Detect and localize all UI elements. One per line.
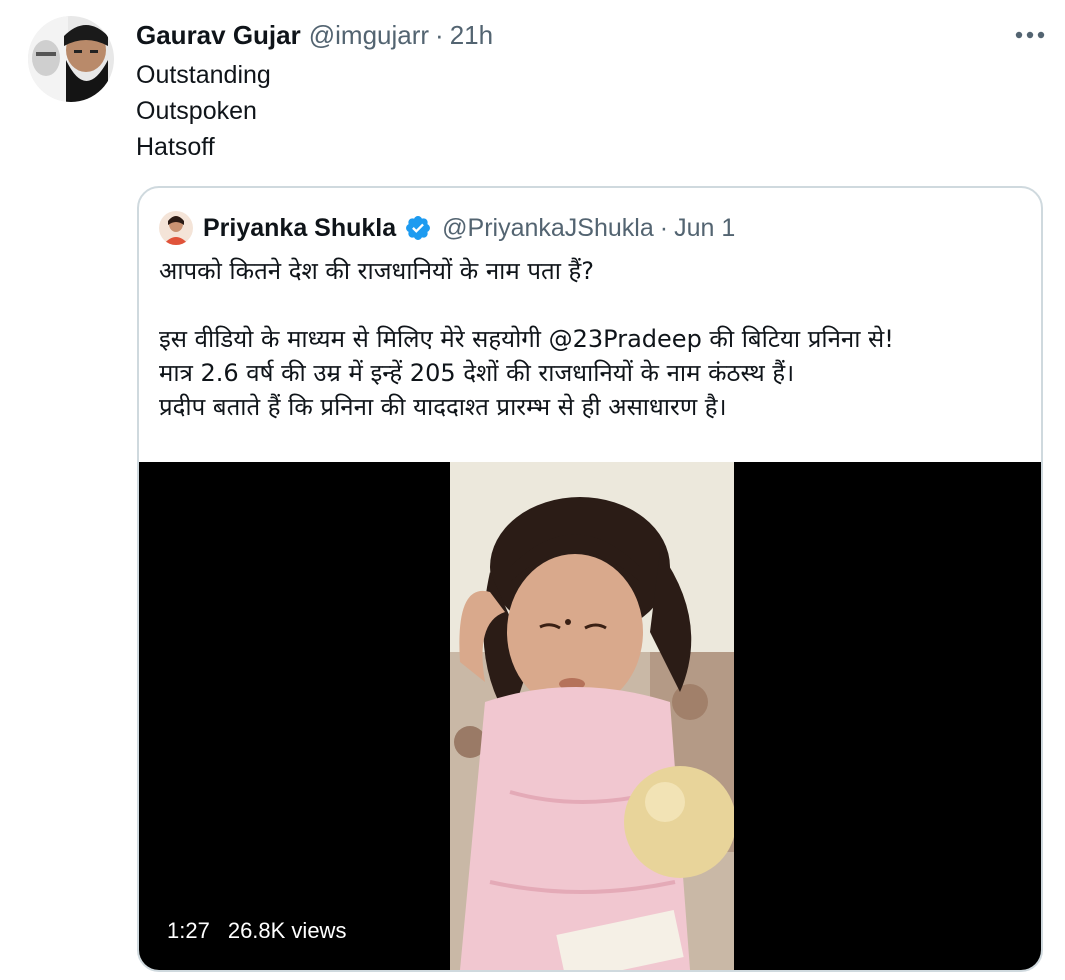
quoted-author-handle[interactable]: @PriyankaJShukla <box>442 214 654 243</box>
video-player[interactable]: 1:27 26.8K views <box>139 462 1041 970</box>
quoted-tweet-card[interactable]: Priyanka Shukla @PriyankaJShukla · Jun 1… <box>137 186 1043 972</box>
more-horizontal-icon <box>1015 31 1045 39</box>
tweet-header: Gaurav Gujar @imgujarr · 21h <box>136 18 493 52</box>
tweet-text-line: Outspoken <box>136 97 257 125</box>
quoted-author-name[interactable]: Priyanka Shukla <box>203 214 396 243</box>
quoted-author-avatar-image <box>159 211 193 245</box>
quoted-text-line: मात्र 2.6 वर्ष की उम्र में इन्हें 205 दे… <box>159 359 795 387</box>
quoted-tweet-timestamp[interactable]: Jun 1 <box>674 214 735 243</box>
quoted-tweet-text: आपको कितने देश की राजधानियों के नाम पता … <box>159 254 1029 424</box>
author-handle[interactable]: @imgujarr <box>309 20 429 51</box>
tweet-text: Outstanding Outspoken Hatsoff <box>136 57 271 165</box>
video-views: 26.8K views <box>227 918 347 943</box>
quoted-author-avatar[interactable] <box>159 211 193 245</box>
quoted-text-line: आपको कितने देश की राजधानियों के नाम पता … <box>159 257 595 285</box>
quoted-text-line: प्रदीप बताते हैं कि प्रनिना की याददाश्त … <box>159 393 727 421</box>
quoted-text-line: इस वीडियो के माध्यम से मिलिए मेरे सहयोगी… <box>159 325 894 353</box>
verified-badge-icon <box>404 214 432 242</box>
tweet-text-line: Hatsoff <box>136 133 215 161</box>
separator-dot: · <box>435 19 444 50</box>
video-duration: 1:27 <box>167 918 210 943</box>
tweet-timestamp[interactable]: 21h <box>450 20 493 51</box>
author-name[interactable]: Gaurav Gujar <box>136 20 301 51</box>
video-thumbnail <box>450 462 734 970</box>
video-meta: 1:27 26.8K views <box>167 918 346 944</box>
separator-dot: · <box>659 213 669 242</box>
tweet-text-line: Outstanding <box>136 61 271 89</box>
author-avatar[interactable] <box>28 16 114 102</box>
author-avatar-image <box>28 16 114 102</box>
video-frame <box>450 462 734 970</box>
more-options-button[interactable] <box>1008 20 1052 50</box>
quoted-tweet-header: Priyanka Shukla @PriyankaJShukla · Jun 1 <box>203 210 735 246</box>
